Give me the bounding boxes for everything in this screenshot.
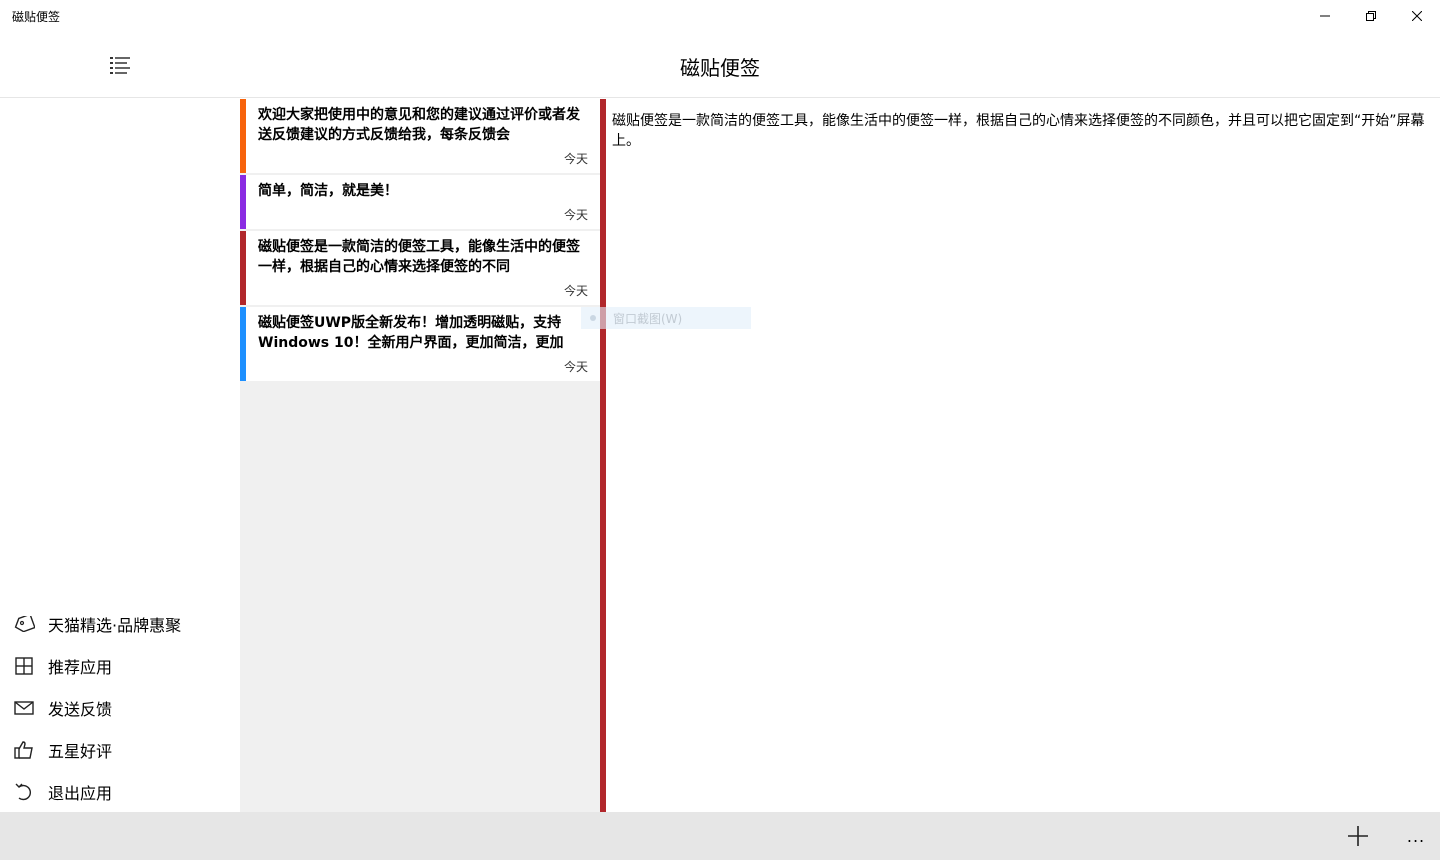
sidebar-item-exit[interactable]: 退出应用	[0, 771, 240, 813]
note-editor[interactable]: 磁贴便签是一款简洁的便签工具，能像生活中的便签一样，根据自己的心情来选择便签的不…	[606, 99, 1440, 812]
restore-icon	[1366, 11, 1376, 21]
sidebar-item-recommended-apps[interactable]: 推荐应用	[0, 645, 240, 687]
mail-icon	[12, 696, 36, 720]
note-date: 今天	[563, 208, 588, 222]
note-preview: 简单，简洁，就是美！	[258, 183, 398, 199]
minimize-button[interactable]	[1302, 0, 1348, 32]
title-bar: 磁贴便签	[0, 0, 1440, 32]
window-title: 磁贴便签	[12, 10, 61, 24]
thumbs-up-icon	[12, 738, 36, 762]
app-header: 磁贴便签	[0, 32, 1440, 98]
note-item[interactable]: 磁贴便签UWP版全新发布！增加透明磁贴，支持Windows 10！全新用户界面，…	[240, 307, 600, 381]
editor-text[interactable]: 磁贴便签是一款简洁的便签工具，能像生活中的便签一样，根据自己的心情来选择便签的不…	[612, 111, 1434, 151]
ghost-tooltip-label: 窗口截图(W)	[613, 312, 683, 326]
more-button[interactable]: ...	[1400, 820, 1432, 852]
note-item[interactable]: 磁贴便签是一款简洁的便签工具，能像生活中的便签一样，根据自己的心情来选择便签的不…	[240, 231, 600, 305]
note-preview: 磁贴便签是一款简洁的便签工具，能像生活中的便签一样，根据自己的心情来选择便签的不…	[258, 239, 580, 275]
restore-button[interactable]	[1348, 0, 1394, 32]
close-button[interactable]	[1394, 0, 1440, 32]
sidebar-item-label: 退出应用	[48, 784, 113, 803]
note-date: 今天	[563, 284, 588, 298]
note-item[interactable]: 欢迎大家把使用中的意见和您的建议通过评价或者发送反馈建议的方式反馈给我，每条反馈…	[240, 99, 600, 173]
note-preview: 磁贴便签UWP版全新发布！增加透明磁贴，支持Windows 10！全新用户界面，…	[258, 315, 564, 351]
sidebar-item-feedback[interactable]: 发送反馈	[0, 687, 240, 729]
note-item[interactable]: 简单，简洁，就是美！ 今天	[240, 175, 600, 229]
sidebar-item-label: 发送反馈	[48, 700, 113, 719]
sidebar: 天猫精选·品牌惠聚 推荐应用 发送反馈 五星好评 退出应用	[0, 99, 240, 812]
sidebar-item-tmall[interactable]: 天猫精选·品牌惠聚	[0, 603, 240, 645]
exit-icon	[12, 780, 36, 804]
command-bar: ...	[0, 812, 1440, 860]
sidebar-menu: 天猫精选·品牌惠聚 推荐应用 发送反馈 五星好评 退出应用	[0, 603, 240, 813]
tag-icon	[12, 612, 36, 636]
notes-list: 欢迎大家把使用中的意见和您的建议通过评价或者发送反馈建议的方式反馈给我，每条反馈…	[240, 99, 600, 812]
grid-icon	[12, 654, 36, 678]
note-date: 今天	[563, 152, 588, 166]
add-icon	[1348, 826, 1368, 846]
dot-icon	[590, 315, 596, 321]
page-title: 磁贴便签	[680, 56, 760, 80]
minimize-icon	[1320, 15, 1330, 17]
sidebar-item-rate[interactable]: 五星好评	[0, 729, 240, 771]
sidebar-item-label: 推荐应用	[48, 658, 113, 677]
note-preview: 欢迎大家把使用中的意见和您的建议通过评价或者发送反馈建议的方式反馈给我，每条反馈…	[258, 107, 580, 143]
sidebar-item-label: 天猫精选·品牌惠聚	[48, 616, 182, 635]
close-icon	[1412, 11, 1422, 21]
ghost-tooltip: 窗口截图(W)	[581, 307, 751, 329]
sidebar-item-label: 五星好评	[48, 742, 113, 761]
add-note-button[interactable]	[1342, 820, 1374, 852]
note-date: 今天	[563, 360, 588, 374]
